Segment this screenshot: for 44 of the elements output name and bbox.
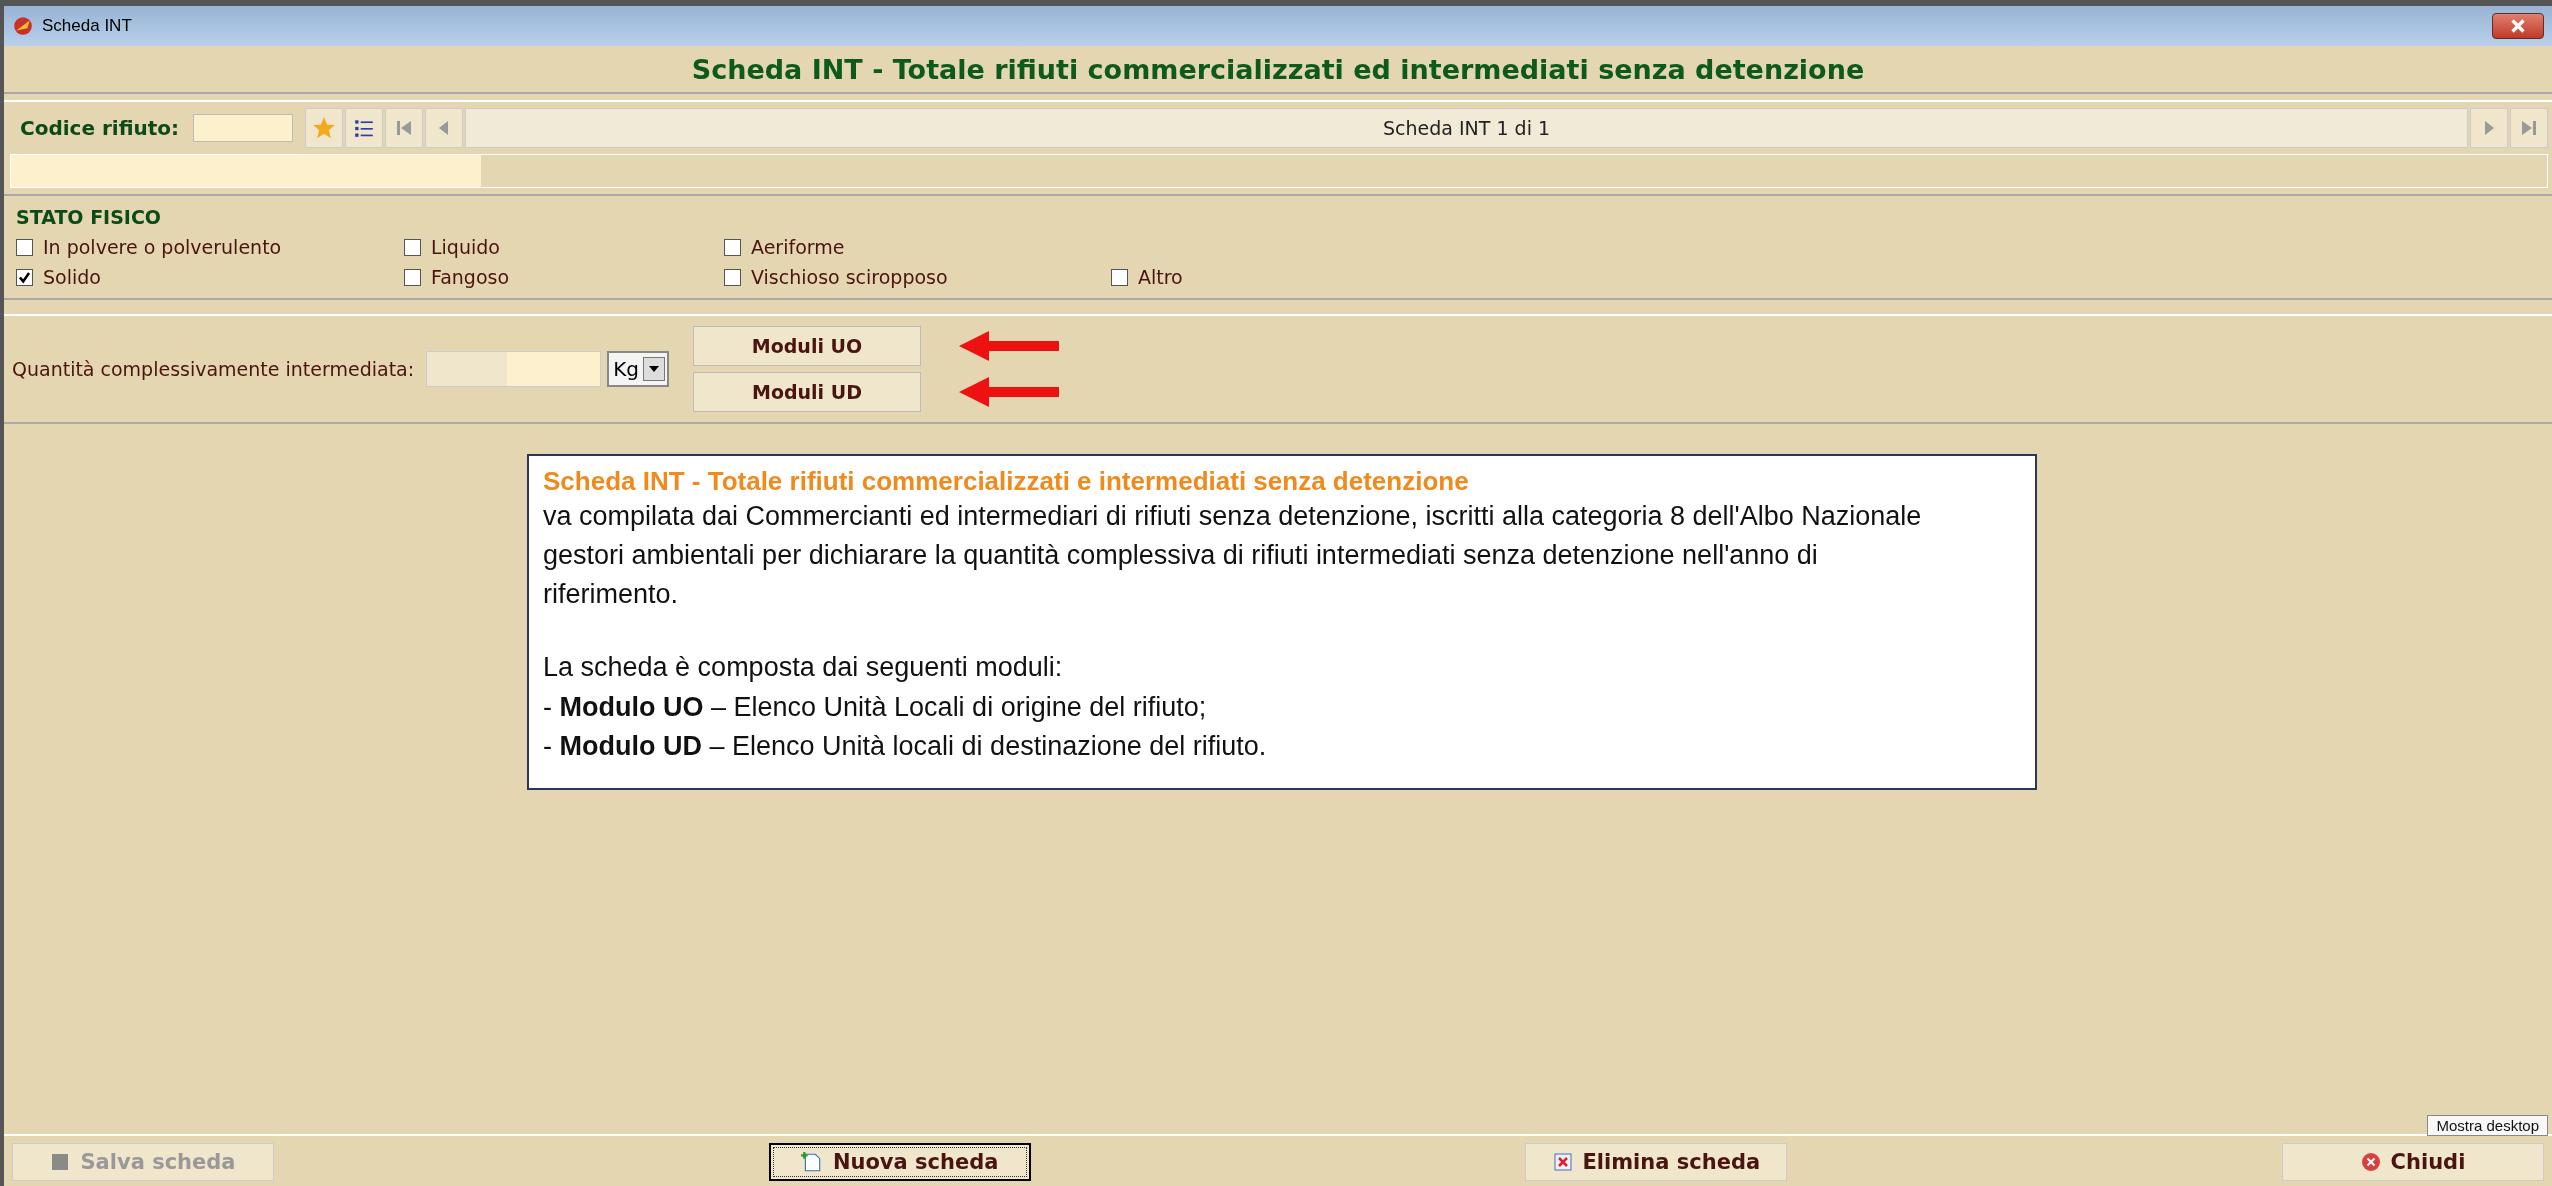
- delete-record-button[interactable]: Elimina scheda: [1525, 1143, 1788, 1181]
- checkbox-option[interactable]: Solido: [16, 266, 404, 288]
- list-icon: [353, 117, 376, 139]
- quantity-field[interactable]: [426, 351, 602, 387]
- checkbox-option[interactable]: Aeriforme: [724, 236, 1111, 258]
- module-button[interactable]: Moduli UO: [692, 326, 921, 366]
- close-button[interactable]: [2492, 13, 2544, 39]
- record-position: Scheda INT 1 di 1: [465, 108, 2468, 148]
- app-icon: [12, 15, 34, 37]
- new-record-button[interactable]: Nuova scheda: [768, 1143, 1031, 1181]
- form-title: Scheda INT - Totale rifiuti commercializzati ed intermediati senza detenzione: [691, 53, 1865, 85]
- info-title: Scheda INT - Totale rifiuti commercializzati e intermediati senza detenzione: [543, 466, 1470, 497]
- list-button[interactable]: [345, 108, 384, 148]
- next-record-button[interactable]: [2470, 108, 2508, 148]
- code-field[interactable]: [193, 114, 294, 142]
- arrow-icon: [958, 377, 1059, 407]
- module-button[interactable]: Moduli UD: [692, 372, 921, 412]
- close-button[interactable]: Chiudi: [2281, 1143, 2544, 1181]
- new-document-icon: [800, 1151, 823, 1173]
- quantity-label: Quantità complessivamente intermediata:: [12, 358, 415, 380]
- last-record-button[interactable]: [2510, 108, 2548, 148]
- module-list-item: - Modulo UO – Elenco Unità Locali di origine del rifiuto;: [543, 690, 1208, 724]
- checkbox-option[interactable]: In polvere o polverulento: [16, 236, 404, 258]
- window-title: Scheda INT: [42, 16, 132, 36]
- section-title: STATO FISICO: [16, 206, 162, 228]
- code-label: Codice rifiuto:: [19, 116, 181, 140]
- module-list-item: - Modulo UD – Elenco Unità locali di destinazione del rifiuto.: [543, 729, 1268, 763]
- checkbox-option[interactable]: Liquido: [404, 236, 724, 258]
- skip-end-icon: [2519, 118, 2539, 138]
- delete-icon: [1552, 1152, 1573, 1172]
- info-paragraph: va compilata dai Commercianti ed intermediari di rifiuti senza detenzione, iscritti alla categoria 8 dell'Albo Nazionale gestori ambientali per dichiarare la quantità complessiva di rifiuti intermediati senza detenzione nell'anno di riferimento.: [543, 500, 1923, 612]
- checkbox-option[interactable]: Altro: [1111, 266, 1411, 288]
- unit-dropdown[interactable]: Kg: [607, 351, 669, 387]
- dropdown-arrow-icon: [648, 366, 659, 372]
- close-icon: [2360, 1152, 2381, 1172]
- tooltip: Mostra desktop: [2427, 1115, 2548, 1136]
- checkbox-option[interactable]: Fangoso: [404, 266, 724, 288]
- checkbox-option[interactable]: Vischioso sciropposo: [724, 266, 1111, 288]
- floppy-icon: [50, 1152, 71, 1172]
- info-paragraph: La scheda è composta dai seguenti moduli:: [543, 651, 1064, 685]
- arrow-icon: [958, 331, 1059, 361]
- checkmark-icon: [18, 270, 31, 284]
- previous-record-button[interactable]: [425, 108, 464, 148]
- star-icon: [312, 116, 337, 140]
